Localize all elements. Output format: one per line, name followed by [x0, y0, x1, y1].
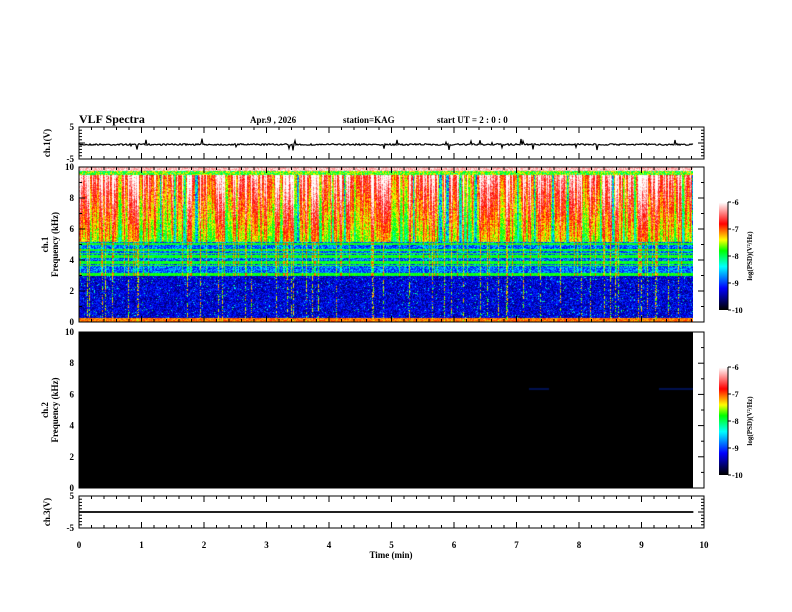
colorbar-tick-label: -7	[732, 390, 739, 399]
colorbar-label: log(PSD)(V²/Hz)	[746, 231, 754, 281]
x-tick-label: 0	[77, 540, 82, 550]
y-axis-label: Frequency (kHz)	[50, 377, 60, 442]
x-tick-label: 6	[452, 540, 457, 550]
colorbar-tick-label: -6	[732, 198, 739, 207]
colorbar-label: log(PSD)(V²/Hz)	[746, 396, 754, 446]
y-tick-label: 4	[70, 421, 75, 431]
y-tick-label: 10	[65, 327, 75, 337]
y-tick-label: 8	[70, 193, 75, 203]
x-tick-label: 3	[264, 540, 269, 550]
x-tick-label: 2	[202, 540, 207, 550]
y-axis-label: ch.1(V)	[42, 129, 52, 157]
ch1-waveform	[78, 138, 694, 151]
x-tick-label: 10	[700, 540, 710, 550]
y-tick-label: 0	[70, 317, 75, 327]
y-axis-label: ch.2	[40, 402, 50, 418]
colorbar-tick-label: -7	[732, 225, 739, 234]
x-tick-label: 9	[639, 540, 644, 550]
station-label: station=KAG	[343, 115, 395, 125]
axes-layer: VLF Spectra Apr.9 , 2026 station=KAG sta…	[40, 112, 754, 560]
y-tick-label: -5	[67, 523, 75, 533]
y-tick-label: 6	[70, 224, 75, 234]
start-time-label: start UT = 2 : 0 : 0	[437, 115, 508, 125]
y-tick-label: 2	[70, 452, 75, 462]
y-tick-label: 2	[70, 286, 75, 296]
y-tick-label: 5	[70, 491, 75, 501]
colorbar-tick-label: -10	[732, 306, 743, 315]
x-tick-label: 4	[327, 540, 332, 550]
x-axis-label: Time (min)	[369, 550, 412, 560]
x-tick-label: 8	[577, 540, 582, 550]
y-tick-label: 8	[70, 358, 75, 368]
y-tick-label: 4	[70, 255, 75, 265]
panel-frame-3	[78, 331, 705, 489]
colorbar-tick-label: -8	[732, 252, 739, 261]
y-tick-label: 6	[70, 389, 75, 399]
x-tick-label: 5	[389, 540, 394, 550]
x-tick-label: 7	[514, 540, 519, 550]
figure-title: VLF Spectra	[79, 112, 145, 126]
x-tick-label: 1	[139, 540, 144, 550]
y-axis-label: ch.3(V)	[42, 498, 52, 526]
colorbar-tick-label: -9	[732, 444, 739, 453]
y-axis-label: Frequency (kHz)	[50, 212, 60, 277]
y-tick-label: 10	[65, 162, 75, 172]
colorbar-tick-label: -10	[732, 471, 743, 480]
y-tick-label: 5	[70, 122, 75, 132]
date-label: Apr.9 , 2026	[250, 115, 297, 125]
colorbar-tick-label: -6	[732, 363, 739, 372]
colorbar-tick-label: -9	[732, 279, 739, 288]
vlf-spectra-figure: VLF Spectra Apr.9 , 2026 station=KAG sta…	[0, 0, 792, 612]
colorbar-tick-label: -8	[732, 417, 739, 426]
panel-frame-2	[78, 166, 705, 323]
y-axis-label: ch.1	[40, 236, 50, 252]
